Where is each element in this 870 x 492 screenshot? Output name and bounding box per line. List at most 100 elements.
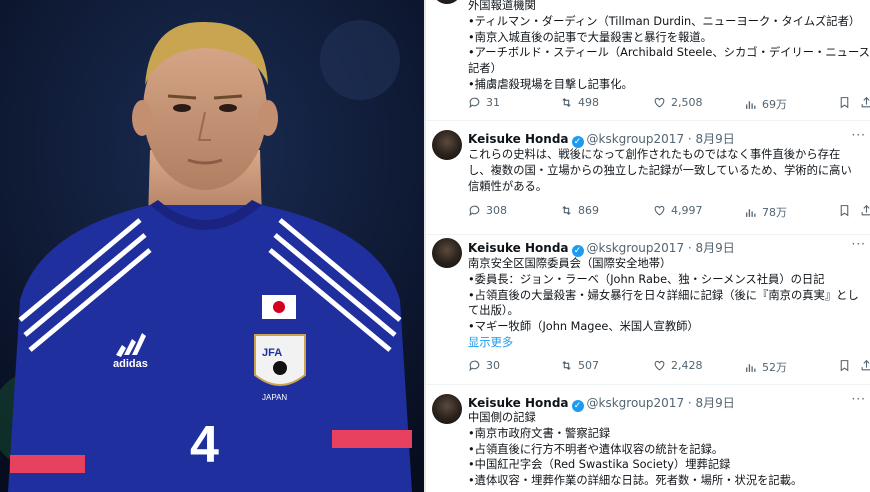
views-button[interactable]: 69万 [744, 96, 787, 112]
tweet-actions: 30 507 2,428 52万 [468, 359, 870, 375]
tweet-header: Keisuke Honda ✓ @kskgroup2017 · 8月9日 [468, 239, 735, 257]
retweet-count: 869 [578, 204, 599, 217]
tweet-body: 中国側の記録 •南京市政府文書・警察記録 •占領直後に行方不明者や遺体収容の統計… [468, 410, 868, 489]
crest-text: JFA [262, 347, 282, 359]
share-icon [861, 204, 870, 216]
reply-button[interactable]: 308 [468, 204, 507, 217]
views-count: 78万 [762, 206, 787, 219]
separator-dot: · [684, 241, 696, 255]
avatar[interactable] [432, 238, 462, 268]
like-count: 2,508 [671, 96, 703, 109]
tweet-line: 信頼性がある。 [468, 179, 548, 193]
reply-count: 308 [486, 204, 507, 217]
player-photo: adidas JFA JAPAN 4 [0, 0, 424, 492]
views-count: 52万 [762, 361, 787, 374]
retweet-button[interactable]: 507 [560, 359, 599, 372]
more-icon[interactable]: ··· [852, 237, 866, 251]
views-button[interactable]: 52万 [744, 359, 787, 375]
reply-icon [469, 97, 480, 109]
like-button[interactable]: 2,508 [653, 96, 703, 109]
author-name[interactable]: Keisuke Honda [468, 241, 569, 255]
like-count: 2,428 [671, 359, 703, 372]
bookmark-icon [840, 97, 849, 109]
tweet-feed[interactable]: 外国報道機関 •ティルマン・ダーディン（Tillman Durdin、ニューヨー… [426, 0, 870, 492]
author-name[interactable]: Keisuke Honda [468, 132, 569, 146]
reply-icon [469, 360, 480, 372]
show-more-link[interactable]: 显示更多 [468, 335, 868, 351]
more-icon[interactable]: ··· [852, 392, 866, 406]
retweet-icon [562, 97, 571, 108]
like-button[interactable]: 2,428 [653, 359, 703, 372]
tweet-item[interactable]: 外国報道機関 •ティルマン・ダーディン（Tillman Durdin、ニューヨー… [426, 0, 870, 121]
avatar[interactable] [432, 0, 462, 4]
bookmark-button[interactable] [838, 359, 851, 372]
views-icon [746, 363, 756, 372]
like-button[interactable]: 4,997 [653, 204, 703, 217]
tweet-line: •南京入城直後の記事で大量殺害と暴行を報道。 [468, 30, 712, 44]
retweet-button[interactable]: 869 [560, 204, 599, 217]
reply-count: 30 [486, 359, 500, 372]
tweet-header: Keisuke Honda ✓ @kskgroup2017 · 8月9日 [468, 130, 735, 148]
tweet-line: 記者） [468, 62, 502, 76]
avatar[interactable] [432, 394, 462, 424]
tweet-item[interactable]: Keisuke Honda ✓ @kskgroup2017 · 8月9日 ··· こ… [426, 120, 870, 235]
tweet-line: •委員長：ジョン・ラーベ（John Rabe、独・シーメンス社員）の日記 [468, 272, 825, 286]
tweet-date[interactable]: 8月9日 [696, 396, 735, 410]
tweet-item[interactable]: Keisuke Honda ✓ @kskgroup2017 · 8月9日 ··· 中… [426, 384, 870, 492]
tweet-body: 南京安全区国際委員会（国際安全地帯） •委員長：ジョン・ラーベ（John Rab… [468, 256, 868, 351]
author-handle[interactable]: @kskgroup2017 [587, 241, 685, 255]
tweet-line: •マギー牧師（John Magee、米国人宣教師） [468, 320, 699, 334]
share-icon [861, 96, 870, 108]
tweet-line: •中国紅卍字会（Red Swastika Society）埋葬記録 [468, 458, 731, 472]
like-count: 4,997 [671, 204, 703, 217]
separator-dot: · [684, 396, 696, 410]
reply-icon [469, 205, 480, 217]
share-button[interactable] [860, 96, 870, 109]
tweet-item[interactable]: Keisuke Honda ✓ @kskgroup2017 · 8月9日 ··· 南… [426, 234, 870, 385]
tweet-date[interactable]: 8月9日 [696, 241, 735, 255]
tweet-line: •捕虜虐殺現場を目撃し記事化。 [468, 77, 633, 91]
views-icon [746, 100, 756, 109]
retweet-icon [562, 360, 571, 371]
tweet-line: 南京安全区国際委員会（国際安全地帯） [468, 257, 672, 270]
tweet-line: •ティルマン・ダーディン（Tillman Durdin、ニューヨーク・タイムズ記… [468, 14, 861, 28]
reply-button[interactable]: 30 [468, 359, 500, 372]
views-button[interactable]: 78万 [744, 204, 787, 220]
tweet-body: これらの史料は、戦後になって創作されたものではなく事件直後から存在 し、複数の国… [468, 147, 868, 194]
tweet-line: •アーチボルド・スティール（Archibald Steele、シカゴ・デイリー・… [468, 46, 870, 60]
tweet-line: •南京市政府文書・警察記録 [468, 426, 611, 440]
like-icon [654, 360, 665, 371]
bookmark-icon [840, 360, 849, 372]
share-button[interactable] [860, 359, 870, 372]
bookmark-button[interactable] [838, 96, 851, 109]
tweet-body: 外国報道機関 •ティルマン・ダーディン（Tillman Durdin、ニューヨー… [468, 0, 870, 93]
like-icon [654, 205, 665, 216]
more-icon[interactable]: ··· [852, 128, 866, 142]
retweet-button[interactable]: 498 [560, 96, 599, 109]
tweet-actions: 31 498 2,508 69万 [468, 96, 870, 112]
share-icon [861, 359, 870, 371]
author-handle[interactable]: @kskgroup2017 [587, 396, 685, 410]
jersey-number: 4 [190, 416, 219, 474]
retweet-count: 507 [578, 359, 599, 372]
tweet-date[interactable]: 8月9日 [696, 132, 735, 146]
bookmark-button[interactable] [838, 204, 851, 217]
separator-dot: · [684, 132, 696, 146]
tweet-actions: 308 869 4,997 78万 [468, 204, 870, 220]
tweet-line: •占領直後の大量殺害・婦女暴行を日々詳細に記録（後に『南京の真実』とし [468, 288, 859, 302]
bookmark-icon [840, 205, 849, 217]
tweet-line: •遺体収容・埋葬作業の詳細な日誌。死者数・場所・状況を記載。 [468, 474, 803, 488]
like-icon [654, 97, 665, 108]
author-handle[interactable]: @kskgroup2017 [587, 132, 685, 146]
tweet-line: 中国側の記録 [468, 411, 536, 424]
share-button[interactable] [860, 204, 870, 217]
author-name[interactable]: Keisuke Honda [468, 396, 569, 410]
brand-text: adidas [113, 358, 148, 370]
tweet-line: これらの史料は、戦後になって創作されたものではなく事件直後から存在 [468, 148, 841, 161]
tweet-line: 外国報道機関 [468, 0, 536, 12]
retweet-count: 498 [578, 96, 599, 109]
avatar[interactable] [432, 130, 462, 160]
views-icon [746, 208, 756, 217]
reply-button[interactable]: 31 [468, 96, 500, 109]
retweet-icon [562, 205, 571, 216]
